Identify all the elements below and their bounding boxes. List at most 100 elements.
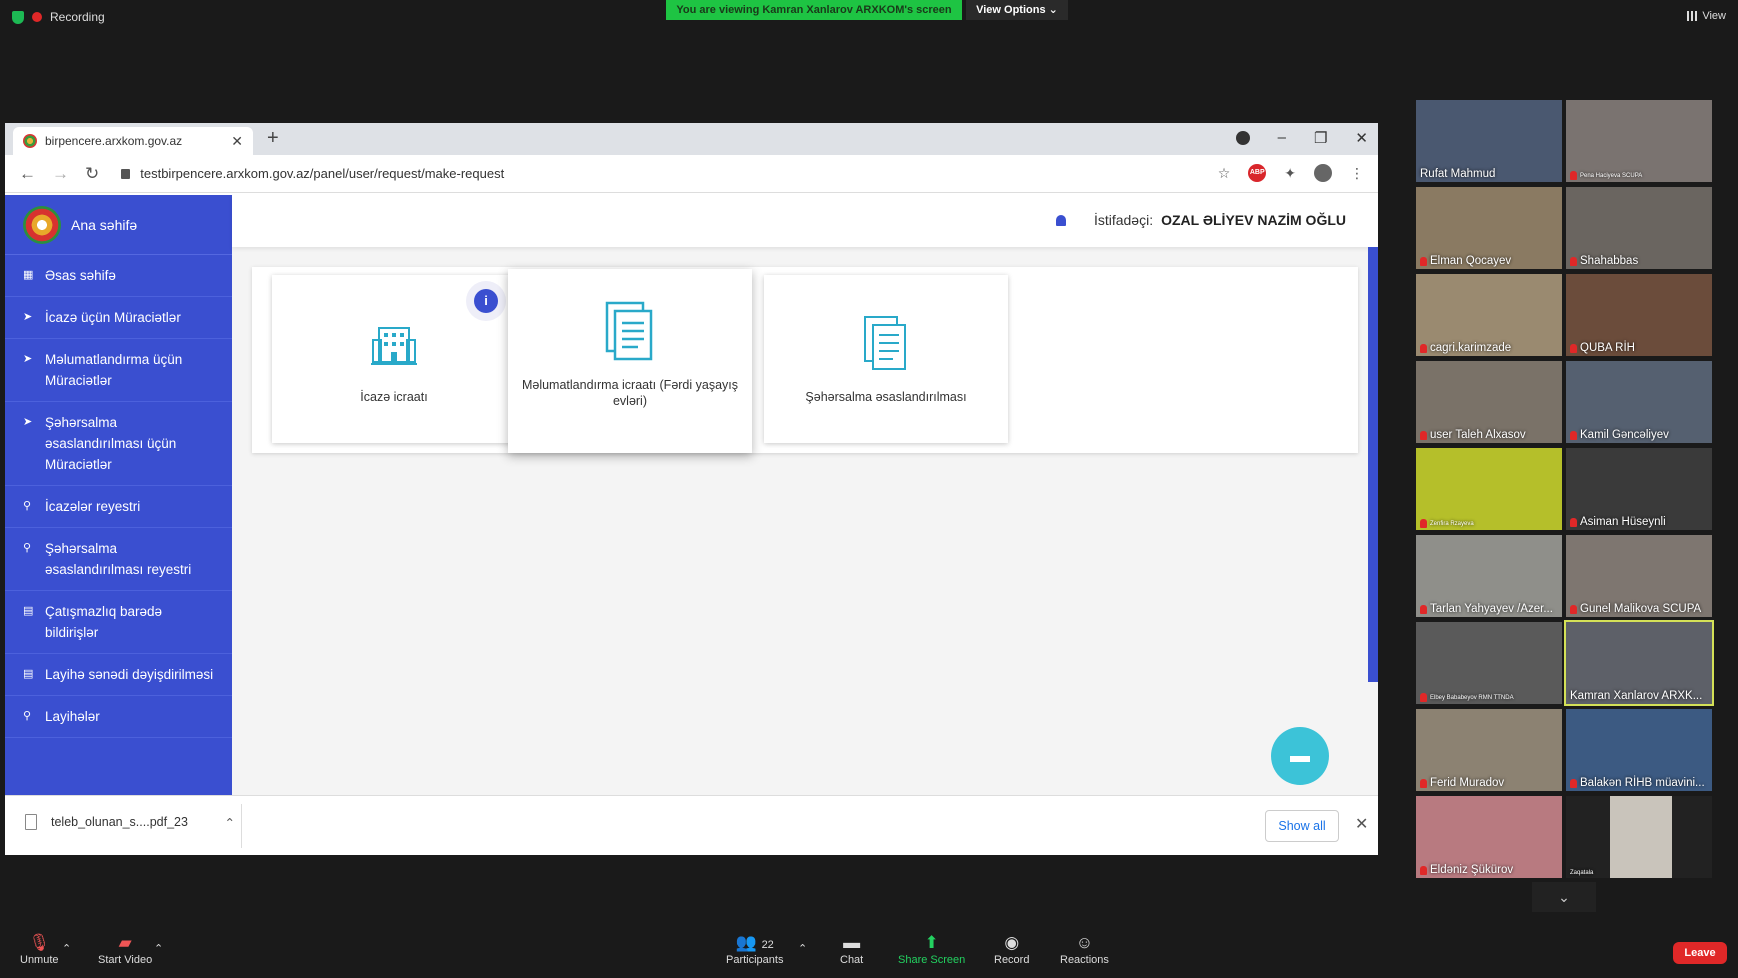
video-tile-active-speaker[interactable]: Kamran Xanlarov ARXK... [1564, 620, 1714, 706]
back-icon[interactable]: ← [19, 164, 36, 184]
state-emblem-icon [23, 205, 61, 244]
start-video-button[interactable]: ▰ Start Video [98, 932, 152, 966]
url-field[interactable]: testbirpencere.arxkom.gov.az/panel/user/… [121, 166, 504, 181]
close-download-bar-icon[interactable]: ✕ [1355, 814, 1368, 834]
video-tile[interactable]: Balakən RİHB müavini... [1566, 709, 1712, 791]
muted-mic-icon [1570, 604, 1577, 614]
chat-button[interactable]: ▬ Chat [840, 932, 863, 966]
sidebar-item-permit-requests[interactable]: ➤ İcazə üçün Müraciətlər [5, 297, 232, 339]
site-favicon-icon [23, 134, 37, 148]
browser-tab[interactable]: birpencere.arxkom.gov.az ✕ [13, 127, 253, 155]
muted-mic-icon [1570, 517, 1577, 527]
profile-icon[interactable] [1314, 164, 1332, 182]
card-permit-procedure[interactable]: i İcazə icraatı [272, 275, 516, 443]
share-screen-button[interactable]: ⬆ Share Screen [898, 932, 965, 966]
video-tile[interactable]: Zenfira Rzayeva [1416, 448, 1562, 530]
video-tile[interactable]: Zaqatala [1566, 796, 1712, 878]
muted-mic-icon [1570, 256, 1577, 266]
video-tile[interactable]: cagri.karimzade [1416, 274, 1562, 356]
sidebar-item-urban-justification-registry[interactable]: ⚲ Şəhərsalma əsaslandırılması reyestri [5, 528, 232, 591]
close-tab-icon[interactable]: ✕ [231, 133, 243, 150]
card-urban-justification[interactable]: Şəhərsalma əsaslandırılması [764, 275, 1008, 443]
video-tile[interactable]: Eldəniz Şükürov [1416, 796, 1562, 878]
muted-mic-icon [1420, 343, 1427, 353]
extensions-puzzle-icon[interactable]: ✦ [1284, 165, 1296, 182]
brand-home-link[interactable]: Ana səhifə [5, 195, 232, 255]
muted-mic-icon [1420, 693, 1427, 702]
recording-indicator: Recording [12, 10, 105, 24]
chat-bubble-icon: ▬ [1290, 744, 1310, 767]
muted-mic-icon [1570, 171, 1577, 180]
chevron-up-icon[interactable]: ⌃ [225, 815, 235, 830]
video-tile[interactable]: Gunel Malikova SCUPA [1566, 535, 1712, 617]
grid-icon [1687, 11, 1698, 21]
video-options-chevron[interactable]: ⌃ [154, 942, 163, 955]
shared-browser-window: birpencere.arxkom.gov.az ✕ + – ❐ ✕ ← → ↻… [5, 123, 1378, 855]
tab-bar: birpencere.arxkom.gov.az ✕ + – ❐ ✕ [5, 123, 1378, 155]
reload-icon[interactable]: ↻ [85, 164, 99, 184]
gallery-scroll-down-button[interactable]: ⌄ [1532, 882, 1596, 912]
adblock-icon[interactable]: ABP [1248, 164, 1267, 182]
more-menu-icon[interactable]: ⋮ [1350, 165, 1364, 182]
video-tile[interactable]: Elbey Bababeyov RMN TTNDA [1416, 622, 1562, 704]
document-icon [863, 313, 909, 373]
video-tile[interactable]: Rufat Mahmud [1416, 100, 1562, 182]
video-tile[interactable]: Tarlan Yahyayev /Azer... [1416, 535, 1562, 617]
sidebar-item-home[interactable]: ▦ Əsas səhifə [5, 255, 232, 297]
page-scrollbar[interactable] [1368, 247, 1378, 682]
view-button[interactable]: View [1687, 10, 1726, 22]
view-options-button[interactable]: View Options ⌄ [966, 0, 1068, 20]
chat-icon: ▬ [843, 933, 861, 952]
info-icon[interactable]: i [474, 289, 498, 313]
sidebar-item-permit-registry[interactable]: ⚲ İcazələr reyestri [5, 486, 232, 528]
grid-icon: ▦ [23, 269, 34, 281]
user-label: İstifadəçi: [1093, 212, 1154, 228]
sidebar-item-projects[interactable]: ⚲ Layihələr [5, 696, 232, 738]
show-all-button[interactable]: Show all [1265, 810, 1339, 842]
close-window-button[interactable]: ✕ [1355, 129, 1368, 147]
search-icon: ⚲ [23, 500, 32, 512]
card-label: Şəhərsalma əsaslandırılması [805, 390, 967, 404]
record-icon: ◉ [1004, 933, 1020, 952]
video-tile[interactable]: Kamil Gəncəliyev [1566, 361, 1712, 443]
video-tile[interactable]: Elman Qocayev [1416, 187, 1562, 269]
meeting-toolbar: 🎙 Unmute ⌃ ▰ Start Video ⌃ 👥 22 Participant… [0, 926, 1738, 978]
sidebar-item-information-requests[interactable]: ➤ Məlumatlandırma üçün Müraciətlər [5, 339, 232, 402]
muted-mic-icon: 🎙 [28, 933, 51, 952]
reactions-button[interactable]: ☺ Reactions [1060, 932, 1109, 966]
record-button[interactable]: ◉ Record [994, 932, 1029, 966]
forward-icon[interactable]: → [52, 164, 69, 184]
card-information-procedure[interactable]: Məlumatlandırma icraatı (Fərdi yaşayış e… [508, 269, 752, 453]
video-tile[interactable]: Shahabbas [1566, 187, 1712, 269]
video-tile[interactable]: Pena Haciyeva SCUPA [1566, 100, 1712, 182]
bookmark-star-icon[interactable]: ☆ [1218, 165, 1231, 182]
viewing-screen-banner: You are viewing Kamran Xanlarov ARXKOM's… [666, 0, 962, 20]
muted-mic-icon [1420, 778, 1427, 788]
unmute-button[interactable]: 🎙 Unmute [20, 932, 59, 966]
participants-options-chevron[interactable]: ⌃ [798, 942, 807, 955]
user-info: İstifadəçi: OZAL ƏLİYEV NAZİM OĞLU [1055, 212, 1346, 228]
new-tab-button[interactable]: + [267, 127, 279, 150]
recording-label: Recording [50, 10, 105, 24]
sidebar-item-urban-justification-requests[interactable]: ➤ Şəhərsalma əsaslandırılması üçün Müraci… [5, 402, 232, 486]
video-tile[interactable]: Asiman Hüseynli [1566, 448, 1712, 530]
video-tile[interactable]: user Taleh Alxasov [1416, 361, 1562, 443]
participants-icon: 👥 22 [735, 933, 774, 952]
leave-button[interactable]: Leave [1673, 942, 1727, 964]
participants-button[interactable]: 👥 22 Participants [726, 932, 783, 966]
bell-icon[interactable] [1055, 214, 1066, 226]
video-tile[interactable]: QUBA RİH [1566, 274, 1712, 356]
file-icon [25, 814, 37, 830]
chat-widget-button[interactable]: ▬ [1271, 727, 1329, 785]
sidebar-item-project-document-change[interactable]: ▤ Layihə sənədi dəyişdirilməsi [5, 654, 232, 696]
video-tile[interactable]: Ferid Muradov [1416, 709, 1562, 791]
content-header: İstifadəçi: OZAL ƏLİYEV NAZİM OĞLU [232, 195, 1378, 247]
tab-search-icon[interactable] [1235, 131, 1250, 145]
minimize-button[interactable]: – [1278, 129, 1286, 147]
download-item[interactable]: teleb_olunan_s....pdf_23 ⌃ [25, 814, 235, 830]
sidebar-item-deficiency-notices[interactable]: ▤ Çatışmazlıq barədə bildirişlər [5, 591, 232, 654]
audio-options-chevron[interactable]: ⌃ [62, 942, 71, 955]
card-label: İcazə icraatı [360, 390, 428, 404]
restore-button[interactable]: ❐ [1314, 129, 1327, 147]
muted-mic-icon [1420, 430, 1427, 440]
